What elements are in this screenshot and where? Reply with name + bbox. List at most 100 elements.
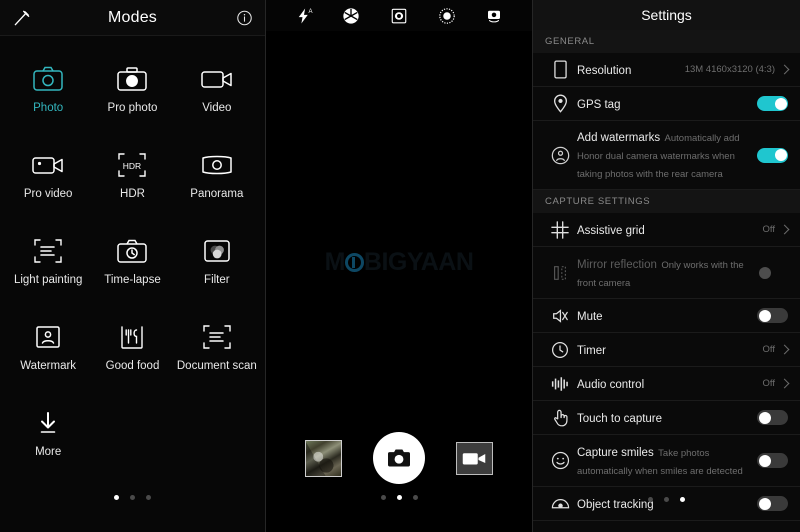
mode-item-panorama[interactable]: Panorama xyxy=(175,146,259,220)
info-icon[interactable] xyxy=(236,9,253,26)
page-dot[interactable] xyxy=(130,495,135,500)
svg-text:A: A xyxy=(308,9,312,15)
setting-row-mute[interactable]: Mute xyxy=(533,299,800,333)
settings-page-indicator xyxy=(533,497,800,502)
switch-camera-icon[interactable] xyxy=(485,7,503,25)
setting-label-wrap: Object tracking xyxy=(575,488,757,520)
toggle-knob xyxy=(774,149,787,161)
mode-item-more[interactable]: More xyxy=(6,404,90,478)
magic-wand-icon[interactable] xyxy=(12,8,32,28)
settings-header: Settings xyxy=(533,0,800,30)
mute-icon xyxy=(545,307,575,325)
video-camera-icon xyxy=(462,452,486,464)
mode-item-filter[interactable]: Filter xyxy=(175,232,259,306)
toggle-knob xyxy=(758,454,771,467)
resolution-icon xyxy=(545,60,575,79)
capture-smiles-toggle[interactable] xyxy=(757,453,788,468)
setting-label-wrap: Mute xyxy=(575,300,757,332)
mode-label: Filter xyxy=(204,274,230,286)
panorama-icon xyxy=(201,146,233,184)
mode-item-hdr[interactable]: HDR HDR xyxy=(90,146,174,220)
mode-label: Pro video xyxy=(23,188,73,200)
mode-label: Video xyxy=(202,102,232,114)
page-dot[interactable] xyxy=(648,497,653,502)
page-dot[interactable] xyxy=(380,495,386,500)
mode-item-watermark[interactable]: Watermark xyxy=(6,318,90,392)
wide-aperture-icon[interactable] xyxy=(390,7,408,25)
setting-control-wrap xyxy=(757,410,788,425)
settings-title: Settings xyxy=(641,7,692,23)
add-watermarks-toggle[interactable] xyxy=(757,147,788,163)
setting-control-wrap xyxy=(757,265,788,280)
setting-label-wrap: Timer xyxy=(575,334,763,366)
setting-row-object-tracking[interactable]: Object tracking xyxy=(533,487,800,521)
download-arrow-icon xyxy=(35,404,61,442)
setting-value: Off xyxy=(762,224,776,235)
setting-row-assistive-grid[interactable]: Assistive grid Off xyxy=(533,213,800,247)
three-panel-screenshot: Modes Photo Pro photo Video Pro video HD… xyxy=(0,0,800,532)
setting-label-wrap: Touch to capture xyxy=(575,402,757,434)
settings-panel: Settings GENERAL Resolution 13M 4160x312… xyxy=(533,0,800,532)
touch-icon xyxy=(545,408,575,427)
beauty-icon[interactable] xyxy=(438,7,456,25)
gallery-thumbnail[interactable] xyxy=(305,439,343,477)
page-dot[interactable] xyxy=(664,497,669,502)
mode-label: More xyxy=(35,446,62,458)
setting-row-touch-to-capture[interactable]: Touch to capture xyxy=(533,401,800,435)
mirror-icon xyxy=(545,264,575,282)
mode-item-light-painting[interactable]: Light painting xyxy=(6,232,90,306)
document-scan-icon xyxy=(202,318,232,356)
page-dot[interactable] xyxy=(114,495,119,500)
smile-icon xyxy=(545,451,575,470)
setting-title: Mute xyxy=(577,310,603,323)
mode-item-document-scan[interactable]: Document scan xyxy=(175,318,259,392)
aperture-icon[interactable] xyxy=(342,7,360,25)
setting-value-wrap: Off xyxy=(763,378,790,389)
mode-label: Watermark xyxy=(20,360,77,372)
shutter-button[interactable] xyxy=(372,432,425,484)
mode-item-photo[interactable]: Photo xyxy=(6,60,90,134)
mode-item-pro-video[interactable]: Pro video xyxy=(6,146,90,220)
video-record-button[interactable] xyxy=(455,441,493,475)
setting-title: Touch to capture xyxy=(577,412,663,425)
setting-title: Capture smiles xyxy=(577,446,654,459)
watermark-text-after: BIGYAAN xyxy=(363,248,474,276)
setting-row-audio-control[interactable]: Audio control Off xyxy=(533,367,800,401)
setting-title: Mirror reflection xyxy=(577,258,657,271)
setting-row-capture-smiles[interactable]: Capture smiles Take photos automatically… xyxy=(533,435,800,487)
mode-item-pro-photo[interactable]: Pro photo xyxy=(90,60,174,134)
setting-title: Resolution xyxy=(577,64,632,77)
setting-control-wrap xyxy=(757,453,788,468)
gps-tag-toggle[interactable] xyxy=(757,96,788,111)
setting-value-wrap: 13M 4160x3120 (4:3) xyxy=(685,64,790,75)
setting-row-resolution[interactable]: Resolution 13M 4160x3120 (4:3) xyxy=(533,53,800,87)
mode-label: HDR xyxy=(120,188,145,200)
mode-label: Document scan xyxy=(176,360,257,372)
setting-title: Audio control xyxy=(577,378,645,391)
setting-row-add-watermarks[interactable]: Add watermarks Automatically add Honor d… xyxy=(533,121,800,190)
setting-title: Assistive grid xyxy=(577,224,645,237)
mode-label: Light painting xyxy=(13,274,83,286)
page-dot[interactable] xyxy=(412,495,418,500)
touch-to-capture-toggle[interactable] xyxy=(757,410,788,425)
setting-label-wrap: Capture smiles Take photos automatically… xyxy=(575,436,757,486)
mode-item-time-lapse[interactable]: Time-lapse xyxy=(90,232,174,306)
chevron-right-icon xyxy=(779,64,790,75)
setting-row-gps-tag[interactable]: GPS tag xyxy=(533,87,800,121)
flash-auto-icon[interactable]: A xyxy=(295,7,313,25)
mode-item-video[interactable]: Video xyxy=(175,60,259,134)
toggle-knob xyxy=(758,309,771,322)
setting-control-wrap xyxy=(757,308,788,323)
page-dot[interactable] xyxy=(396,495,402,500)
setting-row-timer[interactable]: Timer Off xyxy=(533,333,800,367)
modes-grid: Photo Pro photo Video Pro video HDR HDR … xyxy=(0,36,265,478)
setting-title: GPS tag xyxy=(577,98,621,111)
pro-video-icon xyxy=(32,146,64,184)
page-dot[interactable] xyxy=(680,497,685,502)
svg-text:HDR: HDR xyxy=(123,161,141,171)
mute-toggle[interactable] xyxy=(757,308,788,323)
page-dot[interactable] xyxy=(146,495,151,500)
setting-value-wrap: Off xyxy=(763,344,790,355)
mode-label: Panorama xyxy=(190,188,244,200)
mode-item-good-food[interactable]: Good food xyxy=(90,318,174,392)
